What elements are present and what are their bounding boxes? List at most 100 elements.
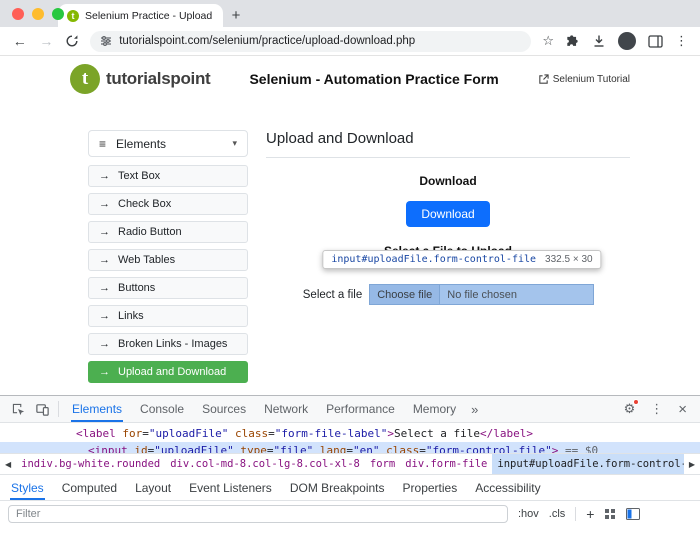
arrow-right-icon: → [99,366,110,378]
elements-sidebar: ≡ Elements ▾ →Text Box→Check Box→Radio B… [88,130,248,383]
styles-pane-tab-dom-breakpoints[interactable]: DOM Breakpoints [281,475,394,500]
inspect-tooltip-selector: input#uploadFile.form-control-file [331,254,536,265]
sidebar-item-check-box[interactable]: →Check Box [88,193,248,215]
styles-pane-tab-event-listeners[interactable]: Event Listeners [180,475,281,500]
sidebar-item-links[interactable]: →Links [88,305,248,327]
fullscreen-window-button[interactable] [52,8,64,20]
device-toolbar-icon[interactable] [30,396,54,422]
back-icon[interactable]: ← [12,33,28,49]
breadcrumb-item[interactable]: div.col-md-8.col-lg-8.col-xl-8 [165,454,365,474]
file-input[interactable]: Choose file No file chosen [370,285,593,304]
selenium-tutorial-label: Selenium Tutorial [553,74,630,85]
brand-name: tutorialspoint [106,69,210,89]
breadcrumb-scroll-left-icon[interactable]: ◀ [0,460,16,469]
file-upload-row: Select a file Choose file No file chosen [266,285,630,304]
styles-pane-tab-layout[interactable]: Layout [126,475,180,500]
url-text[interactable]: tutorialspoint.com/selenium/practice/upl… [119,35,415,47]
sidebar-item-broken-links-images[interactable]: → Broken Links - Images [88,333,248,355]
inspect-element-icon[interactable] [6,396,30,422]
toolbar-divider [58,401,59,417]
breadcrumb: indiv.bg-white.roundeddiv.col-md-8.col-l… [16,454,684,474]
close-window-button[interactable] [12,8,24,20]
hamburger-menu-icon: ≡ [99,137,106,151]
devtools-tab-sources[interactable]: Sources [193,396,255,422]
sidebar-item-label: Broken Links - Images [118,338,227,350]
breadcrumb-scroll-right-icon[interactable]: ▶ [684,460,700,469]
arrow-right-icon: → [99,282,110,294]
sidebar-title: Elements [116,137,166,151]
devtools-close-icon[interactable]: × [678,401,687,418]
breadcrumb-item[interactable]: input#uploadFile.form-control-file [492,454,683,474]
dom-tree-node[interactable]: <input id="uploadFile" type="file" lang=… [0,442,700,453]
devtools-panel: ElementsConsoleSourcesNetworkPerformance… [0,395,700,555]
cls-toggle[interactable]: .cls [549,508,566,520]
styles-pane-tabs: StylesComputedLayoutEvent ListenersDOM B… [0,474,700,500]
devtools-toolbar-actions: ⚙ ⋮ × [624,401,700,418]
new-style-rule-button[interactable]: + [586,506,594,522]
profile-avatar[interactable] [618,32,636,50]
sidebar-item-upload-and-download[interactable]: → Upload and Download [88,361,248,383]
sidebar-item-label: Upload and Download [118,366,226,378]
devtools-tab-network[interactable]: Network [255,396,317,422]
arrow-right-icon: → [99,338,110,350]
sidebar-header[interactable]: ≡ Elements ▾ [88,130,248,157]
devtools-tabs: ElementsConsoleSourcesNetworkPerformance… [63,396,465,422]
downloads-icon[interactable] [592,34,606,48]
styles-filter-row: :hov .cls + [0,500,700,527]
styles-pane-tab-accessibility[interactable]: Accessibility [466,475,549,500]
devtools-menu-icon[interactable]: ⋮ [650,401,663,417]
styles-pane-tab-styles[interactable]: Styles [2,475,53,500]
filter-divider [575,507,576,521]
arrow-right-icon: → [99,198,110,210]
devtools-toolbar: ElementsConsoleSourcesNetworkPerformance… [0,396,700,423]
site-logo[interactable]: t tutorialspoint [70,64,210,94]
hov-toggle[interactable]: :hov [518,508,539,520]
choose-file-button[interactable]: Choose file [370,285,440,304]
new-tab-button[interactable]: + [223,4,249,27]
devtools-tab-elements[interactable]: Elements [63,396,131,422]
devtools-settings-icon[interactable]: ⚙ [624,401,636,417]
minimize-window-button[interactable] [32,8,44,20]
styles-filter-input[interactable] [8,505,508,523]
breadcrumb-item[interactable]: form [365,454,400,474]
toggle-sidebar-panel-icon[interactable] [626,508,640,520]
styles-pane-tab-properties[interactable]: Properties [394,475,467,500]
arrow-right-icon: → [99,254,110,266]
extensions-icon[interactable] [566,34,580,48]
inspect-tooltip-dimensions: 332.5 × 30 [545,254,593,265]
breadcrumb-item[interactable]: div.form-file [400,454,492,474]
breadcrumb-item[interactable]: indiv.bg-white.rounded [16,454,165,474]
side-panel-icon[interactable] [648,35,663,48]
sidebar-item-label: Buttons [118,282,155,294]
styles-pane-tab-computed[interactable]: Computed [53,475,126,500]
more-tabs-icon[interactable]: » [465,402,484,417]
selenium-tutorial-link[interactable]: Selenium Tutorial [538,74,630,85]
devtools-tab-performance[interactable]: Performance [317,396,404,422]
browser-tab[interactable]: t Selenium Practice - Upload a [58,4,223,27]
devtools-tab-memory[interactable]: Memory [404,396,465,422]
sidebar-item-radio-button[interactable]: → Radio Button [88,221,248,243]
reload-icon[interactable] [65,34,79,48]
tab-title: Selenium Practice - Upload a [85,10,214,22]
element-states-grid-icon[interactable] [604,508,616,520]
sidebar-item-buttons[interactable]: → Buttons [88,277,248,299]
arrow-right-icon: → [99,226,110,238]
browser-menu-icon[interactable]: ⋮ [675,33,688,49]
devtools-tab-console[interactable]: Console [131,396,193,422]
forward-icon[interactable]: → [39,33,55,49]
site-settings-icon[interactable] [100,35,112,47]
web-page: t tutorialspoint Selenium - Automation P… [0,56,700,395]
bookmark-icon[interactable]: ☆ [542,33,554,49]
page-title: Selenium - Automation Practice Form [210,71,537,87]
download-button[interactable]: Download [406,201,489,227]
dom-tree-node[interactable]: <label for="uploadFile" class="form-file… [0,425,700,442]
sidebar-item-web-tables[interactable]: →Web Tables [88,249,248,271]
logo-icon: t [70,64,100,94]
file-status-text: No file chosen [440,289,517,301]
url-bar[interactable]: tutorialspoint.com/selenium/practice/upl… [90,31,531,52]
chevron-down-icon: ▾ [232,138,237,149]
sidebar-item-text-box[interactable]: →Text Box [88,165,248,187]
sidebar-item-label: Radio Button [118,226,182,238]
site-header: t tutorialspoint Selenium - Automation P… [0,56,700,102]
sidebar-menu: →Text Box→Check Box→Radio Button→Web Tab… [88,165,248,383]
